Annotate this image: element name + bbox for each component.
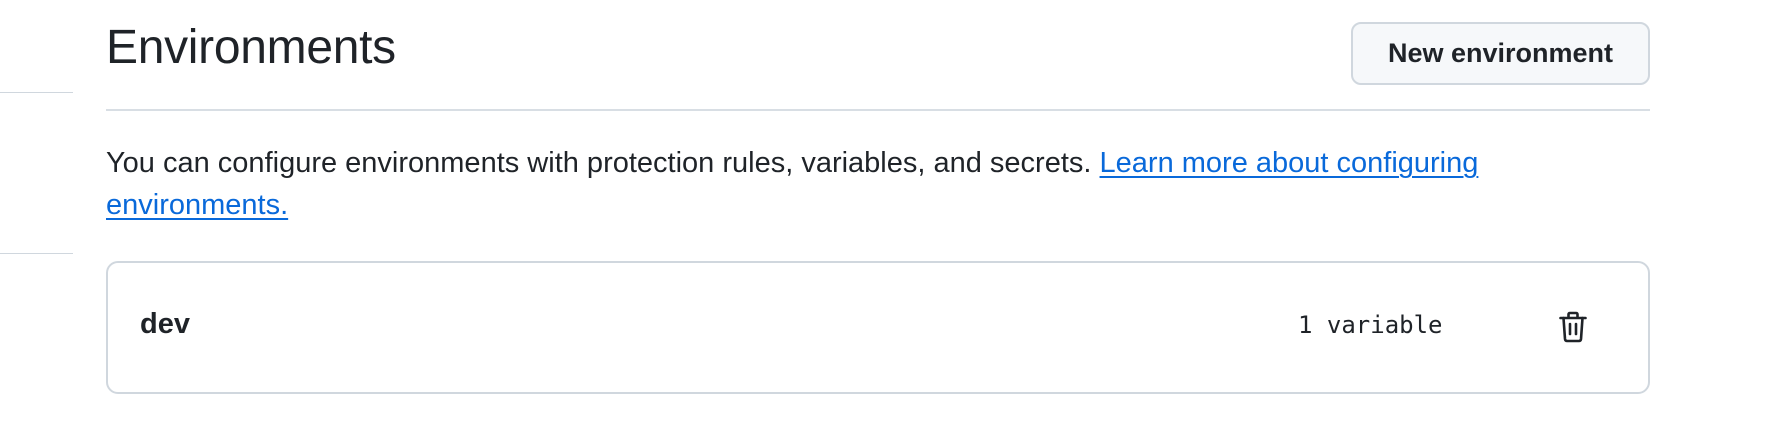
sidebar-divider [0,92,73,93]
environments-panel: Environments New environment You can con… [106,0,1650,394]
description-text: You can configure environments with prot… [106,147,1100,179]
list-item: dev 1 variable [108,263,1648,392]
variable-count: 1 variable [1298,311,1443,339]
page-header: Environments New environment [106,0,1650,111]
page-title: Environments [106,21,396,74]
trash-icon [1559,311,1587,343]
environment-name-link[interactable]: dev [140,308,190,341]
new-environment-button[interactable]: New environment [1351,22,1650,85]
sidebar-divider [0,253,73,254]
environment-list: dev 1 variable [106,261,1650,394]
environments-description: You can configure environments with prot… [106,142,1646,226]
delete-environment-button[interactable] [1551,305,1595,349]
